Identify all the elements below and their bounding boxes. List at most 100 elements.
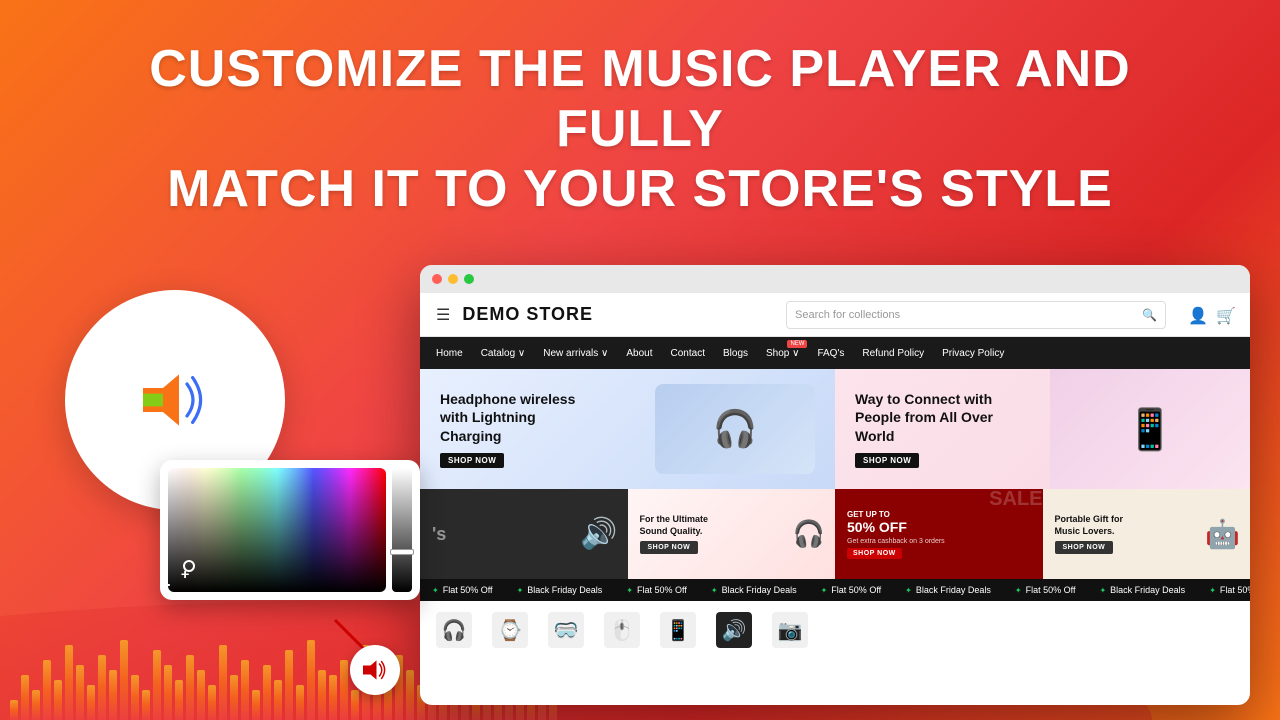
eq-bar	[21, 675, 29, 720]
ticker-diamond: ✦	[1209, 586, 1216, 595]
eq-bar	[98, 655, 106, 720]
eq-bar	[197, 670, 205, 720]
eq-bar	[241, 660, 249, 720]
ticker-item: ✦ Black Friday Deals	[1087, 585, 1197, 595]
cart-icon[interactable]: 🛒	[1216, 306, 1234, 324]
shop-new-badge: NEW	[787, 340, 807, 348]
eq-bar	[186, 655, 194, 720]
ticker-content: ✦ Flat 50% Off✦ Black Friday Deals✦ Flat…	[420, 585, 1250, 595]
crosshair-plus: +	[160, 575, 171, 596]
browser-titlebar	[420, 265, 1250, 293]
browser-minimize-dot[interactable]	[448, 274, 458, 284]
product3-btn[interactable]: SHOP NOW	[847, 548, 902, 559]
nav-catalog[interactable]: Catalog ∨	[481, 348, 526, 359]
ticker-diamond: ✦	[711, 586, 718, 595]
store-navigation: Home Catalog ∨ New arrivals ∨ About Cont…	[420, 337, 1250, 369]
product3-label2: 50% OFF	[847, 519, 1031, 535]
small-speaker-icon	[350, 645, 400, 695]
ticker-diamond: ✦	[517, 586, 524, 595]
speaker-icon	[135, 365, 215, 435]
browser-close-dot[interactable]	[432, 274, 442, 284]
eq-bar	[10, 700, 18, 720]
search-bar[interactable]: Search for collections 🔍	[786, 301, 1166, 329]
nav-shop[interactable]: Shop ∨ NEW	[766, 348, 799, 359]
product4-btn[interactable]: SHOP NOW	[1055, 541, 1114, 554]
ticker-item: ✦ Flat 50% Off	[420, 585, 505, 595]
eq-bar	[318, 670, 326, 720]
ticker-bar: ✦ Flat 50% Off✦ Black Friday Deals✦ Flat…	[420, 579, 1250, 601]
ticker-diamond: ✦	[905, 586, 912, 595]
search-icon[interactable]: 🔍	[1142, 308, 1157, 322]
small-speaker-svg	[360, 658, 390, 682]
hero-right: Way to Connect with People from All Over…	[835, 369, 1250, 489]
hero-right-title: Way to Connect with People from All Over…	[855, 390, 1015, 445]
eq-bar	[285, 650, 293, 720]
ticker-diamond: ✦	[432, 586, 439, 595]
eq-bar	[65, 645, 73, 720]
ticker-item: ✦ Black Friday Deals	[505, 585, 615, 595]
ticker-item: ✦ Black Friday Deals	[893, 585, 1003, 595]
ticker-diamond: ✦	[1015, 586, 1022, 595]
ticker-diamond: ✦	[626, 586, 633, 595]
store-logo: DEMO STORE	[462, 304, 593, 325]
eq-bar	[406, 670, 414, 720]
eq-bar	[219, 645, 227, 720]
hero-right-shop-btn[interactable]: SHOP NOW	[855, 453, 919, 468]
color-picker-card[interactable]: +	[160, 460, 420, 600]
product2-btn[interactable]: SHOP NOW	[640, 541, 699, 554]
ticker-item: ✦ Black Friday Deals	[699, 585, 809, 595]
eq-bar	[87, 685, 95, 720]
color-crosshair	[183, 560, 195, 572]
product4-text: Portable Gift for Music Lovers.	[1055, 514, 1135, 537]
thumb-earbuds[interactable]: 🎧	[436, 612, 472, 648]
color-brightness-strip[interactable]	[392, 468, 412, 592]
store-header: ☰ DEMO STORE Search for collections 🔍 👤 …	[420, 293, 1250, 337]
nav-faqs[interactable]: FAQ's	[817, 348, 844, 359]
eq-bar	[109, 670, 117, 720]
thumb-camera[interactable]: 📷	[772, 612, 808, 648]
browser-window: ☰ DEMO STORE Search for collections 🔍 👤 …	[420, 265, 1250, 705]
eq-bar	[54, 680, 62, 720]
browser-body: ☰ DEMO STORE Search for collections 🔍 👤 …	[420, 293, 1250, 705]
product-card-2: 🎧 For the Ultimate Sound Quality. SHOP N…	[628, 489, 836, 579]
headline-line2: MATCH IT TO YOUR STORE'S STYLE	[60, 160, 1220, 220]
eq-bar	[208, 685, 216, 720]
hamburger-icon[interactable]: ☰	[436, 305, 450, 325]
nav-new-arrivals[interactable]: New arrivals ∨	[543, 348, 608, 359]
color-gradient-area[interactable]: +	[168, 468, 386, 592]
eq-bar	[263, 665, 271, 720]
thumb-vr[interactable]: 🥽	[548, 612, 584, 648]
thumb-speaker-black[interactable]: 🔊	[716, 612, 752, 648]
eq-bar	[307, 640, 315, 720]
browser-maximize-dot[interactable]	[464, 274, 474, 284]
nav-home[interactable]: Home	[436, 348, 463, 359]
product3-label1: GET UP TO	[847, 510, 1031, 519]
eq-bar	[296, 685, 304, 720]
eq-bar	[142, 690, 150, 720]
hero-left-shop-btn[interactable]: SHOP NOW	[440, 453, 504, 468]
ticker-item: ✦ Flat 50% Off	[809, 585, 894, 595]
ticker-item: ✦ Flat 50% Off	[1197, 585, 1250, 595]
products-section: 🔊 's 🎧 For the Ultimate Sound Quality. S…	[420, 489, 1250, 579]
sale-background-text: SALE	[989, 489, 1042, 509]
eq-bar	[131, 675, 139, 720]
product3-label3: Get extra cashback on 3 orders	[847, 538, 1031, 545]
product2-text: For the Ultimate Sound Quality.	[640, 514, 720, 537]
hero-left: Headphone wireless with Lightning Chargi…	[420, 369, 835, 489]
thumb-mouse[interactable]: 🖱️	[604, 612, 640, 648]
thumb-phone[interactable]: 📱	[660, 612, 696, 648]
nav-contact[interactable]: Contact	[671, 348, 705, 359]
eq-bar	[175, 680, 183, 720]
eq-bar	[274, 680, 282, 720]
main-headline: CUSTOMIZE THE MUSIC PLAYER AND FULLY MAT…	[0, 40, 1280, 219]
nav-refund[interactable]: Refund Policy	[862, 348, 924, 359]
thumbnails-row: 🎧 ⌚ 🥽 🖱️ 📱 🔊 📷	[420, 601, 1250, 659]
thumb-watch[interactable]: ⌚	[492, 612, 528, 648]
nav-about[interactable]: About	[626, 348, 652, 359]
user-icon[interactable]: 👤	[1188, 306, 1206, 324]
nav-blogs[interactable]: Blogs	[723, 348, 748, 359]
eq-bar	[329, 675, 337, 720]
nav-privacy[interactable]: Privacy Policy	[942, 348, 1004, 359]
hero-section: Headphone wireless with Lightning Chargi…	[420, 369, 1250, 489]
brightness-handle	[390, 549, 414, 555]
